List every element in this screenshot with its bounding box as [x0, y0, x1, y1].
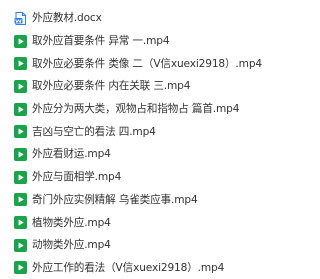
file-row-video[interactable]: 植物类外应.mp4 [0, 211, 296, 234]
file-row-video[interactable]: 取外应必要条件 类像 二（V信xuexi2918）.mp4 [0, 52, 296, 75]
file-list: 外应教材.docx 取外应首要条件 异常 一.mp4 取外应必要条件 类像 二（… [0, 7, 296, 279]
file-name: 取外应必要条件 类像 二（V信xuexi2918）.mp4 [32, 57, 262, 70]
video-file-icon [14, 79, 27, 93]
file-row-video[interactable]: 奇门外应实例精解 乌雀类应事.mp4 [0, 189, 296, 212]
file-row-docx[interactable]: 外应教材.docx [0, 7, 296, 30]
file-row-video[interactable]: 外应工作的看法（V信xuexi2918）.mp4 [0, 257, 296, 279]
file-name: 吉凶与空亡的看法 四.mp4 [32, 125, 156, 138]
video-file-icon [14, 34, 27, 48]
video-file-icon [14, 125, 27, 139]
video-file-icon [14, 102, 27, 116]
file-name: 取外应首要条件 异常 一.mp4 [32, 35, 170, 48]
file-name: 动物类外应.mp4 [32, 239, 111, 252]
file-name: 外应工作的看法（V信xuexi2918）.mp4 [32, 261, 225, 274]
video-file-icon [14, 261, 27, 275]
file-name: 奇门外应实例精解 乌雀类应事.mp4 [32, 193, 198, 206]
file-name: 取外应必要条件 内在关联 三.mp4 [32, 80, 191, 93]
video-file-icon [14, 238, 27, 252]
file-row-video[interactable]: 外应看财运.mp4 [0, 143, 296, 166]
video-file-icon [14, 57, 27, 71]
video-file-icon [14, 170, 27, 184]
file-row-video[interactable]: 外应分为两大类，观物占和指物占 篇首.mp4 [0, 98, 296, 121]
file-name: 外应教材.docx [32, 12, 102, 25]
file-row-video[interactable]: 取外应必要条件 内在关联 三.mp4 [0, 75, 296, 98]
file-name: 外应看财运.mp4 [32, 148, 111, 161]
video-file-icon [14, 216, 27, 230]
file-row-video[interactable]: 外应与面相学.mp4 [0, 166, 296, 189]
video-file-icon [14, 193, 27, 207]
file-row-video[interactable]: 取外应首要条件 异常 一.mp4 [0, 30, 296, 53]
file-row-video[interactable]: 吉凶与空亡的看法 四.mp4 [0, 120, 296, 143]
file-name: 植物类外应.mp4 [32, 216, 111, 229]
file-name: 外应分为两大类，观物占和指物占 篇首.mp4 [32, 103, 240, 116]
file-name: 外应与面相学.mp4 [32, 171, 122, 184]
file-row-video[interactable]: 动物类外应.mp4 [0, 234, 296, 257]
video-file-icon [14, 147, 27, 161]
word-doc-icon [14, 11, 27, 25]
